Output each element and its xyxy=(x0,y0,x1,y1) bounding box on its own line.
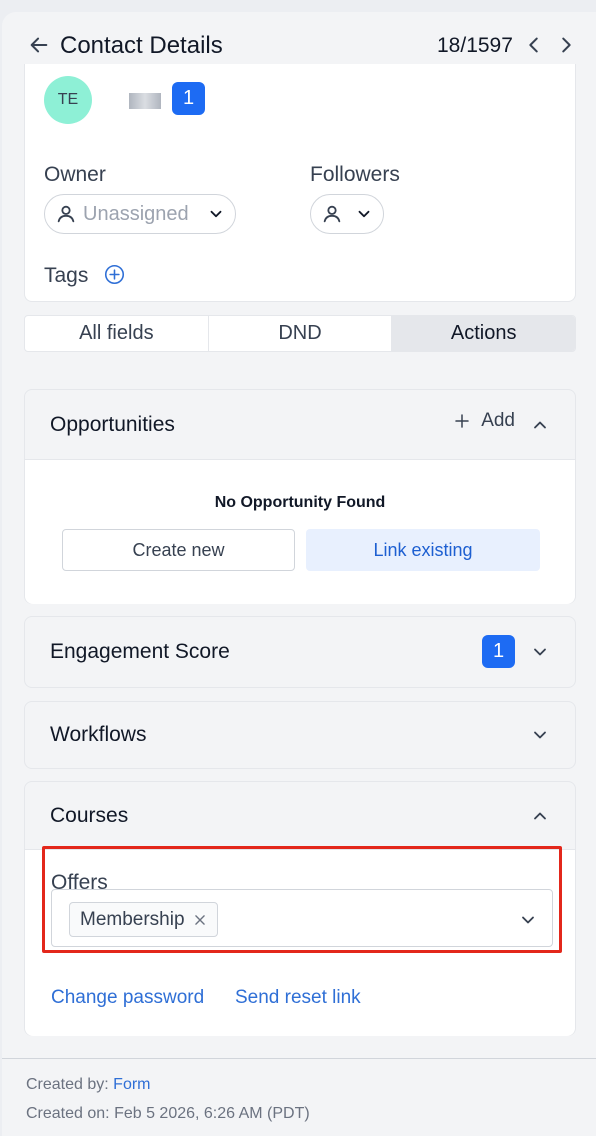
tab-all-fields[interactable]: All fields xyxy=(25,316,209,351)
chevron-down-icon[interactable] xyxy=(530,725,550,745)
workflows-title: Workflows xyxy=(50,723,147,746)
tab-actions[interactable]: Actions xyxy=(392,316,575,351)
user-icon xyxy=(57,205,75,223)
engagement-score-badge: 1 xyxy=(482,635,515,668)
create-new-button[interactable]: Create new xyxy=(62,529,295,571)
plus-icon xyxy=(455,414,469,428)
offers-highlight-box xyxy=(42,846,562,953)
send-reset-link[interactable]: Send reset link xyxy=(235,987,361,1009)
arrow-left-icon[interactable] xyxy=(28,34,50,56)
created-by-label: Created by: xyxy=(26,1076,109,1093)
created-on-value: Feb 5 2026, 6:26 AM (PDT) xyxy=(114,1105,310,1122)
chevron-left-icon[interactable] xyxy=(523,34,545,56)
chevron-down-icon xyxy=(358,210,370,218)
add-label: Add xyxy=(481,410,515,431)
created-by-value[interactable]: Form xyxy=(113,1076,150,1093)
chevron-right-icon[interactable] xyxy=(555,34,577,56)
detail-tabs: All fields DND Actions xyxy=(24,315,576,352)
user-icon xyxy=(323,205,341,223)
courses-title: Courses xyxy=(50,803,129,827)
plus-circle-icon[interactable] xyxy=(104,264,125,285)
contact-count-badge: 1 xyxy=(172,82,205,115)
engagement-score-header[interactable]: Engagement Score 1 xyxy=(25,617,575,687)
workflows-header[interactable]: Workflows xyxy=(25,702,575,768)
chevron-down-icon xyxy=(210,210,222,218)
redacted-name xyxy=(129,93,161,109)
followers-select[interactable] xyxy=(310,194,384,234)
created-by: Created by: Form xyxy=(26,1076,151,1094)
created-on-label: Created on: xyxy=(26,1105,110,1122)
contact-summary-card: TE 1 Owner Unassigned Followers Tags xyxy=(24,64,576,302)
opportunities-header[interactable]: Opportunities Add xyxy=(25,390,575,459)
page-title: Contact Details xyxy=(60,32,223,59)
opportunities-section: Opportunities Add No Opportunity Found C… xyxy=(24,389,576,604)
footer-divider xyxy=(2,1058,596,1059)
engagement-score-section: Engagement Score 1 xyxy=(24,616,576,688)
owner-label: Owner xyxy=(44,163,106,186)
avatar: TE xyxy=(44,76,92,124)
link-existing-button[interactable]: Link existing xyxy=(306,529,540,571)
chevron-down-icon[interactable] xyxy=(530,642,550,662)
no-opportunity-text: No Opportunity Found xyxy=(214,494,386,511)
chevron-up-icon[interactable] xyxy=(530,806,550,826)
opportunities-body: No Opportunity Found Create new Link exi… xyxy=(25,459,575,604)
owner-value: Unassigned xyxy=(83,202,189,225)
tab-dnd[interactable]: DND xyxy=(209,316,393,351)
add-opportunity-button[interactable]: Add xyxy=(453,410,515,432)
owner-select[interactable]: Unassigned xyxy=(44,194,236,234)
followers-label: Followers xyxy=(310,163,400,186)
chevron-up-icon[interactable] xyxy=(530,415,550,435)
courses-header[interactable]: Courses xyxy=(25,782,575,849)
engagement-score-title: Engagement Score xyxy=(50,640,230,663)
workflows-section: Workflows xyxy=(24,701,576,769)
created-on: Created on: Feb 5 2026, 6:26 AM (PDT) xyxy=(26,1105,310,1123)
tags-label: Tags xyxy=(44,264,89,287)
record-counter: 18/1597 xyxy=(437,34,513,57)
opportunities-title: Opportunities xyxy=(50,412,175,436)
change-password-link[interactable]: Change password xyxy=(51,987,204,1009)
